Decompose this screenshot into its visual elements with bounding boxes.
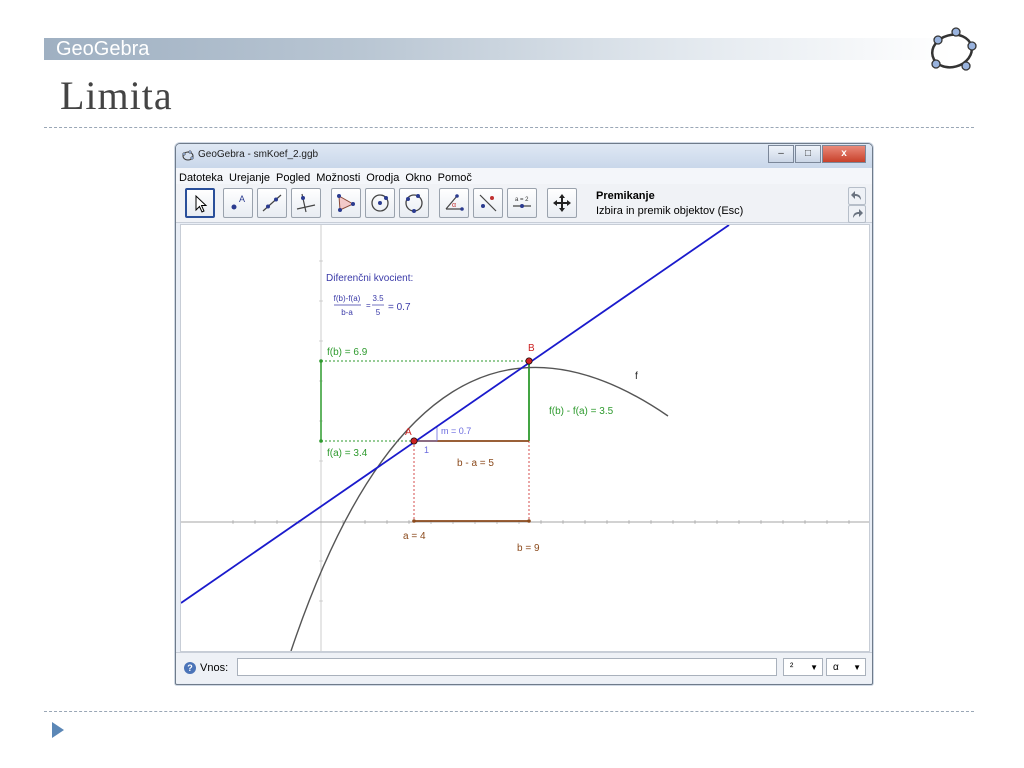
input-bar: ? Vnos: ² ▼ α ▼: [176, 652, 872, 683]
point-b-label: B: [528, 343, 535, 354]
slope-run-label: 1: [424, 445, 429, 455]
undo-button[interactable]: [848, 187, 866, 205]
fraction2-numerator: 3.5: [372, 294, 384, 303]
window-title: GeoGebra - smKoef_2.ggb: [198, 149, 319, 160]
move-graphics-view-icon: [553, 194, 571, 212]
rise-label: f(b) - f(a) = 3.5: [549, 406, 614, 417]
window-titlebar[interactable]: GeoGebra - smKoef_2.ggb – □ x: [176, 144, 872, 169]
fb-axis-point: [319, 359, 323, 363]
polygon-icon: [337, 194, 355, 212]
graphics-canvas[interactable]: Diferenčni kvocient: f(b)-f(a) b-a = 3.5…: [181, 225, 869, 651]
slider-icon: a = 2: [513, 197, 531, 208]
active-tool-help: Izbira in premik objektov (Esc): [596, 205, 744, 217]
greek-dropdown[interactable]: α ▼: [826, 658, 866, 676]
maximize-button[interactable]: □: [795, 145, 821, 163]
point-a[interactable]: [410, 437, 418, 445]
graphics-view[interactable]: Diferenčni kvocient: f(b)-f(a) b-a = 3.5…: [180, 224, 870, 652]
fraction-equals: =: [366, 301, 371, 310]
close-button[interactable]: x: [822, 145, 866, 163]
top-divider: [44, 127, 974, 128]
svg-text:a = 2: a = 2: [515, 197, 529, 203]
geogebra-window: GeoGebra - smKoef_2.ggb – □ x Datoteka Ur…: [175, 143, 873, 685]
point-tool-button[interactable]: A: [223, 188, 253, 218]
circle-icon: [371, 194, 389, 212]
fraction1-numerator: f(b)-f(a): [334, 294, 361, 303]
greek-dropdown-value: α: [833, 662, 839, 673]
redo-icon: [853, 209, 863, 218]
point-b[interactable]: [525, 357, 533, 365]
secant-line[interactable]: [181, 225, 730, 604]
perpendicular-line-icon: [296, 193, 316, 213]
slope-label: m = 0.7: [441, 426, 471, 436]
fraction1-denominator: b-a: [341, 308, 353, 317]
app-icon: [182, 150, 194, 161]
toolbar: A α a = 2 Premikanje Izbira in premik ob…: [176, 184, 872, 223]
line-tool-button[interactable]: [257, 188, 287, 218]
b-axis-point: [527, 519, 531, 523]
perpendicular-tool-button[interactable]: [291, 188, 321, 218]
bullet-arrow-icon: [52, 722, 64, 738]
geogebra-logo: [930, 27, 977, 71]
curve-name-label: f: [635, 371, 638, 382]
a-value-label: a = 4: [403, 531, 426, 542]
menubar: Datoteka Urejanje Pogled Možnosti Orodja Okno…: [176, 168, 872, 185]
point-icon: A: [231, 194, 245, 210]
slide-banner: GeoGebra: [44, 38, 954, 60]
undo-icon: [851, 191, 861, 200]
fraction-result: = 0.7: [388, 302, 411, 313]
conic-tool-button[interactable]: [399, 188, 429, 218]
slider-tool-button[interactable]: a = 2: [507, 188, 537, 218]
move-tool-button[interactable]: [185, 188, 215, 218]
point-a-label: A: [405, 427, 412, 438]
angle-tool-button[interactable]: α: [439, 188, 469, 218]
active-tool-name: Premikanje: [596, 190, 655, 202]
cursor-arrow-icon: [195, 194, 208, 213]
input-label: Vnos:: [200, 662, 229, 674]
reflect-icon: [479, 194, 497, 212]
svg-text:α: α: [452, 202, 456, 209]
reflect-tool-button[interactable]: [473, 188, 503, 218]
svg-text:A: A: [239, 194, 245, 204]
chevron-down-icon: ▼: [853, 663, 861, 672]
redo-button[interactable]: [848, 205, 866, 223]
line-icon: [262, 194, 282, 212]
a-axis-point: [412, 519, 416, 523]
chevron-down-icon: ▼: [810, 663, 818, 672]
symbol-dropdown-value: ²: [790, 662, 794, 673]
fa-axis-point: [319, 439, 323, 443]
command-input[interactable]: [237, 658, 777, 676]
b-value-label: b = 9: [517, 543, 540, 554]
minimize-button[interactable]: –: [768, 145, 794, 163]
help-icon[interactable]: ?: [184, 662, 196, 674]
polygon-tool-button[interactable]: [331, 188, 361, 218]
fb-label: f(b) = 6.9: [327, 347, 368, 358]
angle-icon: α: [445, 194, 464, 211]
move-view-tool-button[interactable]: [547, 188, 577, 218]
fa-label: f(a) = 3.4: [327, 448, 368, 459]
symbol-dropdown[interactable]: ² ▼: [783, 658, 823, 676]
run-label: b - a = 5: [457, 458, 494, 469]
difference-quotient-title: Diferenčni kvocient:: [326, 273, 413, 284]
slide-title: Limita: [60, 73, 173, 118]
slide-banner-text: GeoGebra: [56, 38, 150, 60]
circle-tool-button[interactable]: [365, 188, 395, 218]
fraction2-denominator: 5: [376, 308, 381, 317]
circle-three-points-icon: [405, 194, 423, 213]
bottom-divider: [44, 711, 974, 712]
